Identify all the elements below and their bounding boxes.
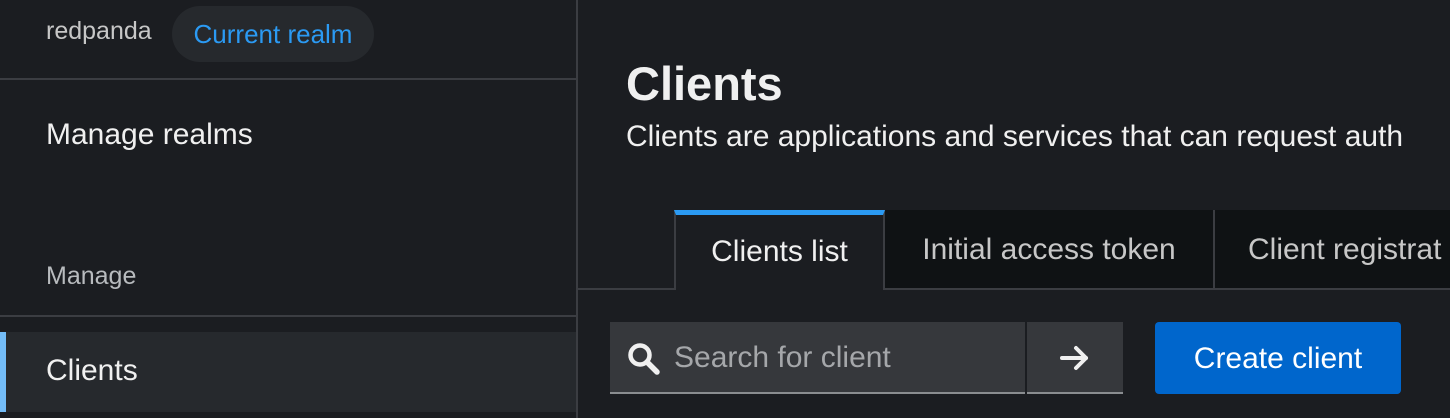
sidebar-item-manage-realms[interactable]: Manage realms xyxy=(46,118,253,152)
search-field xyxy=(610,322,1025,394)
sidebar-divider-section xyxy=(0,315,576,317)
realm-selector[interactable]: redpanda Current realm xyxy=(0,0,576,78)
page-title: Clients xyxy=(626,57,783,110)
sidebar-item-clients[interactable]: Clients xyxy=(0,332,576,412)
active-indicator xyxy=(0,332,6,412)
realm-name: redpanda xyxy=(46,17,152,45)
main-content: Clients Clients are applications and ser… xyxy=(578,0,1450,418)
page-description: Clients are applications and services th… xyxy=(626,120,1404,153)
sidebar: redpanda Current realm Manage realms Man… xyxy=(0,0,576,418)
tab-clients-list[interactable]: Clients list xyxy=(674,210,885,290)
create-client-button[interactable]: Create client xyxy=(1155,322,1401,394)
sidebar-item-label: Clients xyxy=(46,354,138,387)
sidebar-divider-top xyxy=(0,78,576,80)
search-submit-button[interactable] xyxy=(1027,322,1123,394)
arrow-right-icon xyxy=(1060,346,1088,370)
current-realm-badge: Current realm xyxy=(172,6,374,62)
tab-client-registration[interactable]: Client registrat xyxy=(1215,210,1450,288)
search-input[interactable] xyxy=(672,322,1016,394)
tab-initial-access-token[interactable]: Initial access token xyxy=(885,210,1215,288)
sidebar-section-manage: Manage xyxy=(46,262,137,290)
search-icon xyxy=(628,343,660,375)
